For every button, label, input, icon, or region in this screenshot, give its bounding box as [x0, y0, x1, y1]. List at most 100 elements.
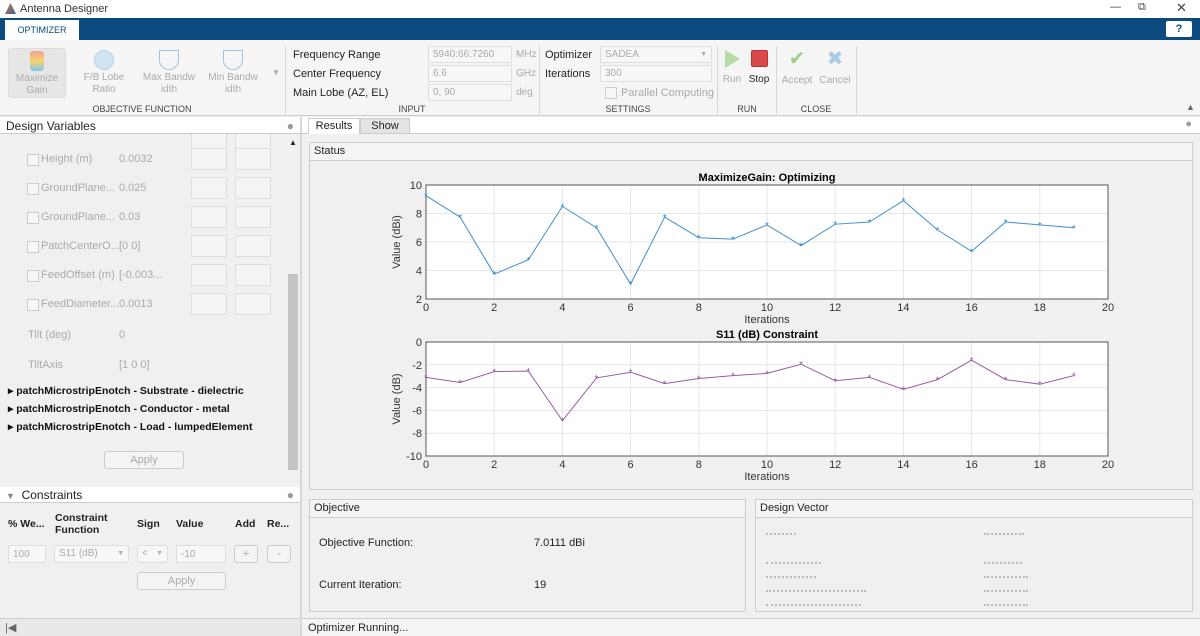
optimizer-label: Optimizer [545, 49, 593, 61]
remove-constraint-button[interactable]: - [267, 545, 291, 563]
cancel-button[interactable]: ✖ Cancel [818, 48, 852, 86]
chart-title: MaximizeGain: Optimizing [699, 172, 836, 184]
status-title: Status [310, 143, 1192, 161]
lower-bound-input[interactable] [191, 264, 227, 286]
y-axis-label: Value (dB) [391, 373, 403, 424]
weight-input[interactable] [8, 545, 46, 563]
design-variables-apply-button[interactable]: Apply [104, 451, 184, 469]
help-button[interactable]: ? [1166, 21, 1192, 37]
upper-bound-input[interactable] [235, 235, 271, 257]
lower-bound-input[interactable] [191, 293, 227, 315]
upper-bound-input[interactable] [235, 264, 271, 286]
stop-icon [750, 50, 768, 67]
gallery-expand-icon[interactable]: ▼ [272, 68, 280, 77]
chevron-down-icon: ▼ [700, 51, 707, 58]
data-point: * [936, 226, 940, 237]
tree-node-conductor[interactable]: ▸ patchMicrostripEnotch - Conductor - me… [8, 403, 230, 415]
design-variable-checkbox[interactable] [27, 299, 39, 311]
data-point: * [1004, 218, 1008, 229]
x-tick-label: 20 [1102, 459, 1114, 471]
constraint-value-input[interactable] [176, 545, 226, 563]
close-window-icon[interactable]: ✕ [1176, 0, 1187, 16]
design-variables-header: Design Variables ● [0, 117, 300, 134]
scrollbar-thumb[interactable] [288, 274, 298, 470]
design-variable-value: [-0.003... [119, 269, 163, 281]
lobe-icon [94, 50, 114, 70]
max-bandwidth-button[interactable]: Max Bandw idth [140, 48, 198, 98]
add-constraint-button[interactable]: + [234, 545, 258, 563]
upper-bound-input[interactable] [235, 293, 271, 315]
lobe-unit: deg [516, 87, 533, 98]
lower-bound-input[interactable] [191, 235, 227, 257]
x-tick-label: 16 [965, 459, 977, 471]
design-variable-checkbox[interactable] [27, 154, 39, 166]
x-tick-label: 2 [491, 459, 497, 471]
frequency-range-input[interactable] [428, 46, 512, 63]
lower-bound-input[interactable] [191, 206, 227, 228]
collapse-ribbon-icon[interactable]: ▲ [1186, 102, 1195, 112]
minimize-icon[interactable]: — [1110, 1, 1121, 13]
center-frequency-input[interactable] [428, 65, 512, 82]
design-variable-checkbox[interactable] [27, 183, 39, 195]
parallel-computing-checkbox[interactable] [605, 87, 617, 99]
tree-node-substrate[interactable]: ▸ patchMicrostripEnotch - Substrate - di… [8, 385, 244, 397]
scroll-up-icon[interactable]: ▲ [289, 138, 297, 147]
lower-bound-input[interactable] [191, 177, 227, 199]
constraint-function-dropdown[interactable]: S11 (dB) ▼ [54, 545, 129, 563]
window-title: Antenna Designer [20, 3, 109, 15]
splitter[interactable] [300, 117, 302, 636]
restore-icon[interactable]: ⧉ [1138, 1, 1146, 14]
design-variable-checkbox[interactable] [27, 212, 39, 224]
y-tick-label: -6 [412, 405, 422, 417]
collapse-triangle-icon[interactable]: ▼ [6, 491, 15, 501]
x-tick-label: 6 [628, 459, 634, 471]
optimizer-dropdown[interactable]: SADEA ▼ [600, 46, 712, 63]
design-variable-checkbox[interactable] [27, 241, 39, 253]
accept-button[interactable]: ✔ Accept [780, 48, 814, 86]
panel-options-icon[interactable]: ● [287, 119, 294, 133]
x-tick-label: 2 [491, 302, 497, 314]
iterations-input[interactable] [600, 65, 712, 82]
status-bar: Optimizer Running... [302, 618, 1200, 636]
data-point: * [526, 256, 530, 267]
lower-bound-input[interactable] [191, 148, 227, 170]
run-button[interactable]: Run [720, 50, 744, 85]
tab-optimizer[interactable]: OPTIMIZER [5, 20, 79, 40]
play-icon [725, 50, 740, 68]
data-point: * [833, 377, 837, 388]
stop-button[interactable]: Stop [746, 50, 772, 85]
data-point: * [799, 360, 803, 371]
upper-bound-input[interactable] [235, 206, 271, 228]
x-tick-label: 18 [1034, 302, 1046, 314]
objective-title: Objective [310, 500, 745, 518]
design-variable-checkbox[interactable] [27, 270, 39, 282]
current-iteration-label: Current Iteration: [319, 579, 402, 591]
min-bandwidth-button[interactable]: Min Bandw idth [204, 48, 262, 98]
settings-section-label: SETTINGS [605, 104, 651, 114]
x-tick-label: 12 [829, 459, 841, 471]
data-point: * [936, 376, 940, 387]
collapse-left-icon[interactable]: |◀ [5, 621, 16, 634]
constraints-header: ▼ Constraints ● [0, 487, 300, 503]
design-variable-name: GroundPlane... [41, 182, 115, 194]
data-point: * [526, 367, 530, 378]
y-tick-label: 2 [416, 294, 422, 306]
panel-options-icon[interactable]: ● [287, 488, 294, 502]
x-tick-label: 10 [761, 459, 773, 471]
y-axis-label: Value (dBi) [391, 215, 403, 269]
constraints-apply-button[interactable]: Apply [137, 572, 226, 590]
weight-header: % We... [8, 518, 45, 530]
upper-bound-input[interactable] [235, 177, 271, 199]
panel-options-icon[interactable]: ● [1185, 118, 1192, 130]
tab-show[interactable]: Show [360, 118, 410, 134]
tree-node-load[interactable]: ▸ patchMicrostripEnotch - Load - lumpedE… [8, 421, 252, 433]
sign-dropdown[interactable]: < ▼ [137, 545, 168, 563]
divider [856, 46, 857, 114]
main-lobe-input[interactable] [428, 84, 512, 101]
tab-results[interactable]: Results [308, 118, 360, 134]
upper-bound-input[interactable] [235, 148, 271, 170]
gain-icon [30, 51, 44, 71]
maximize-gain-button[interactable]: Maximize Gain [8, 48, 66, 98]
data-point: * [424, 373, 428, 384]
fb-lobe-ratio-button[interactable]: F/B Lobe Ratio [75, 48, 133, 98]
